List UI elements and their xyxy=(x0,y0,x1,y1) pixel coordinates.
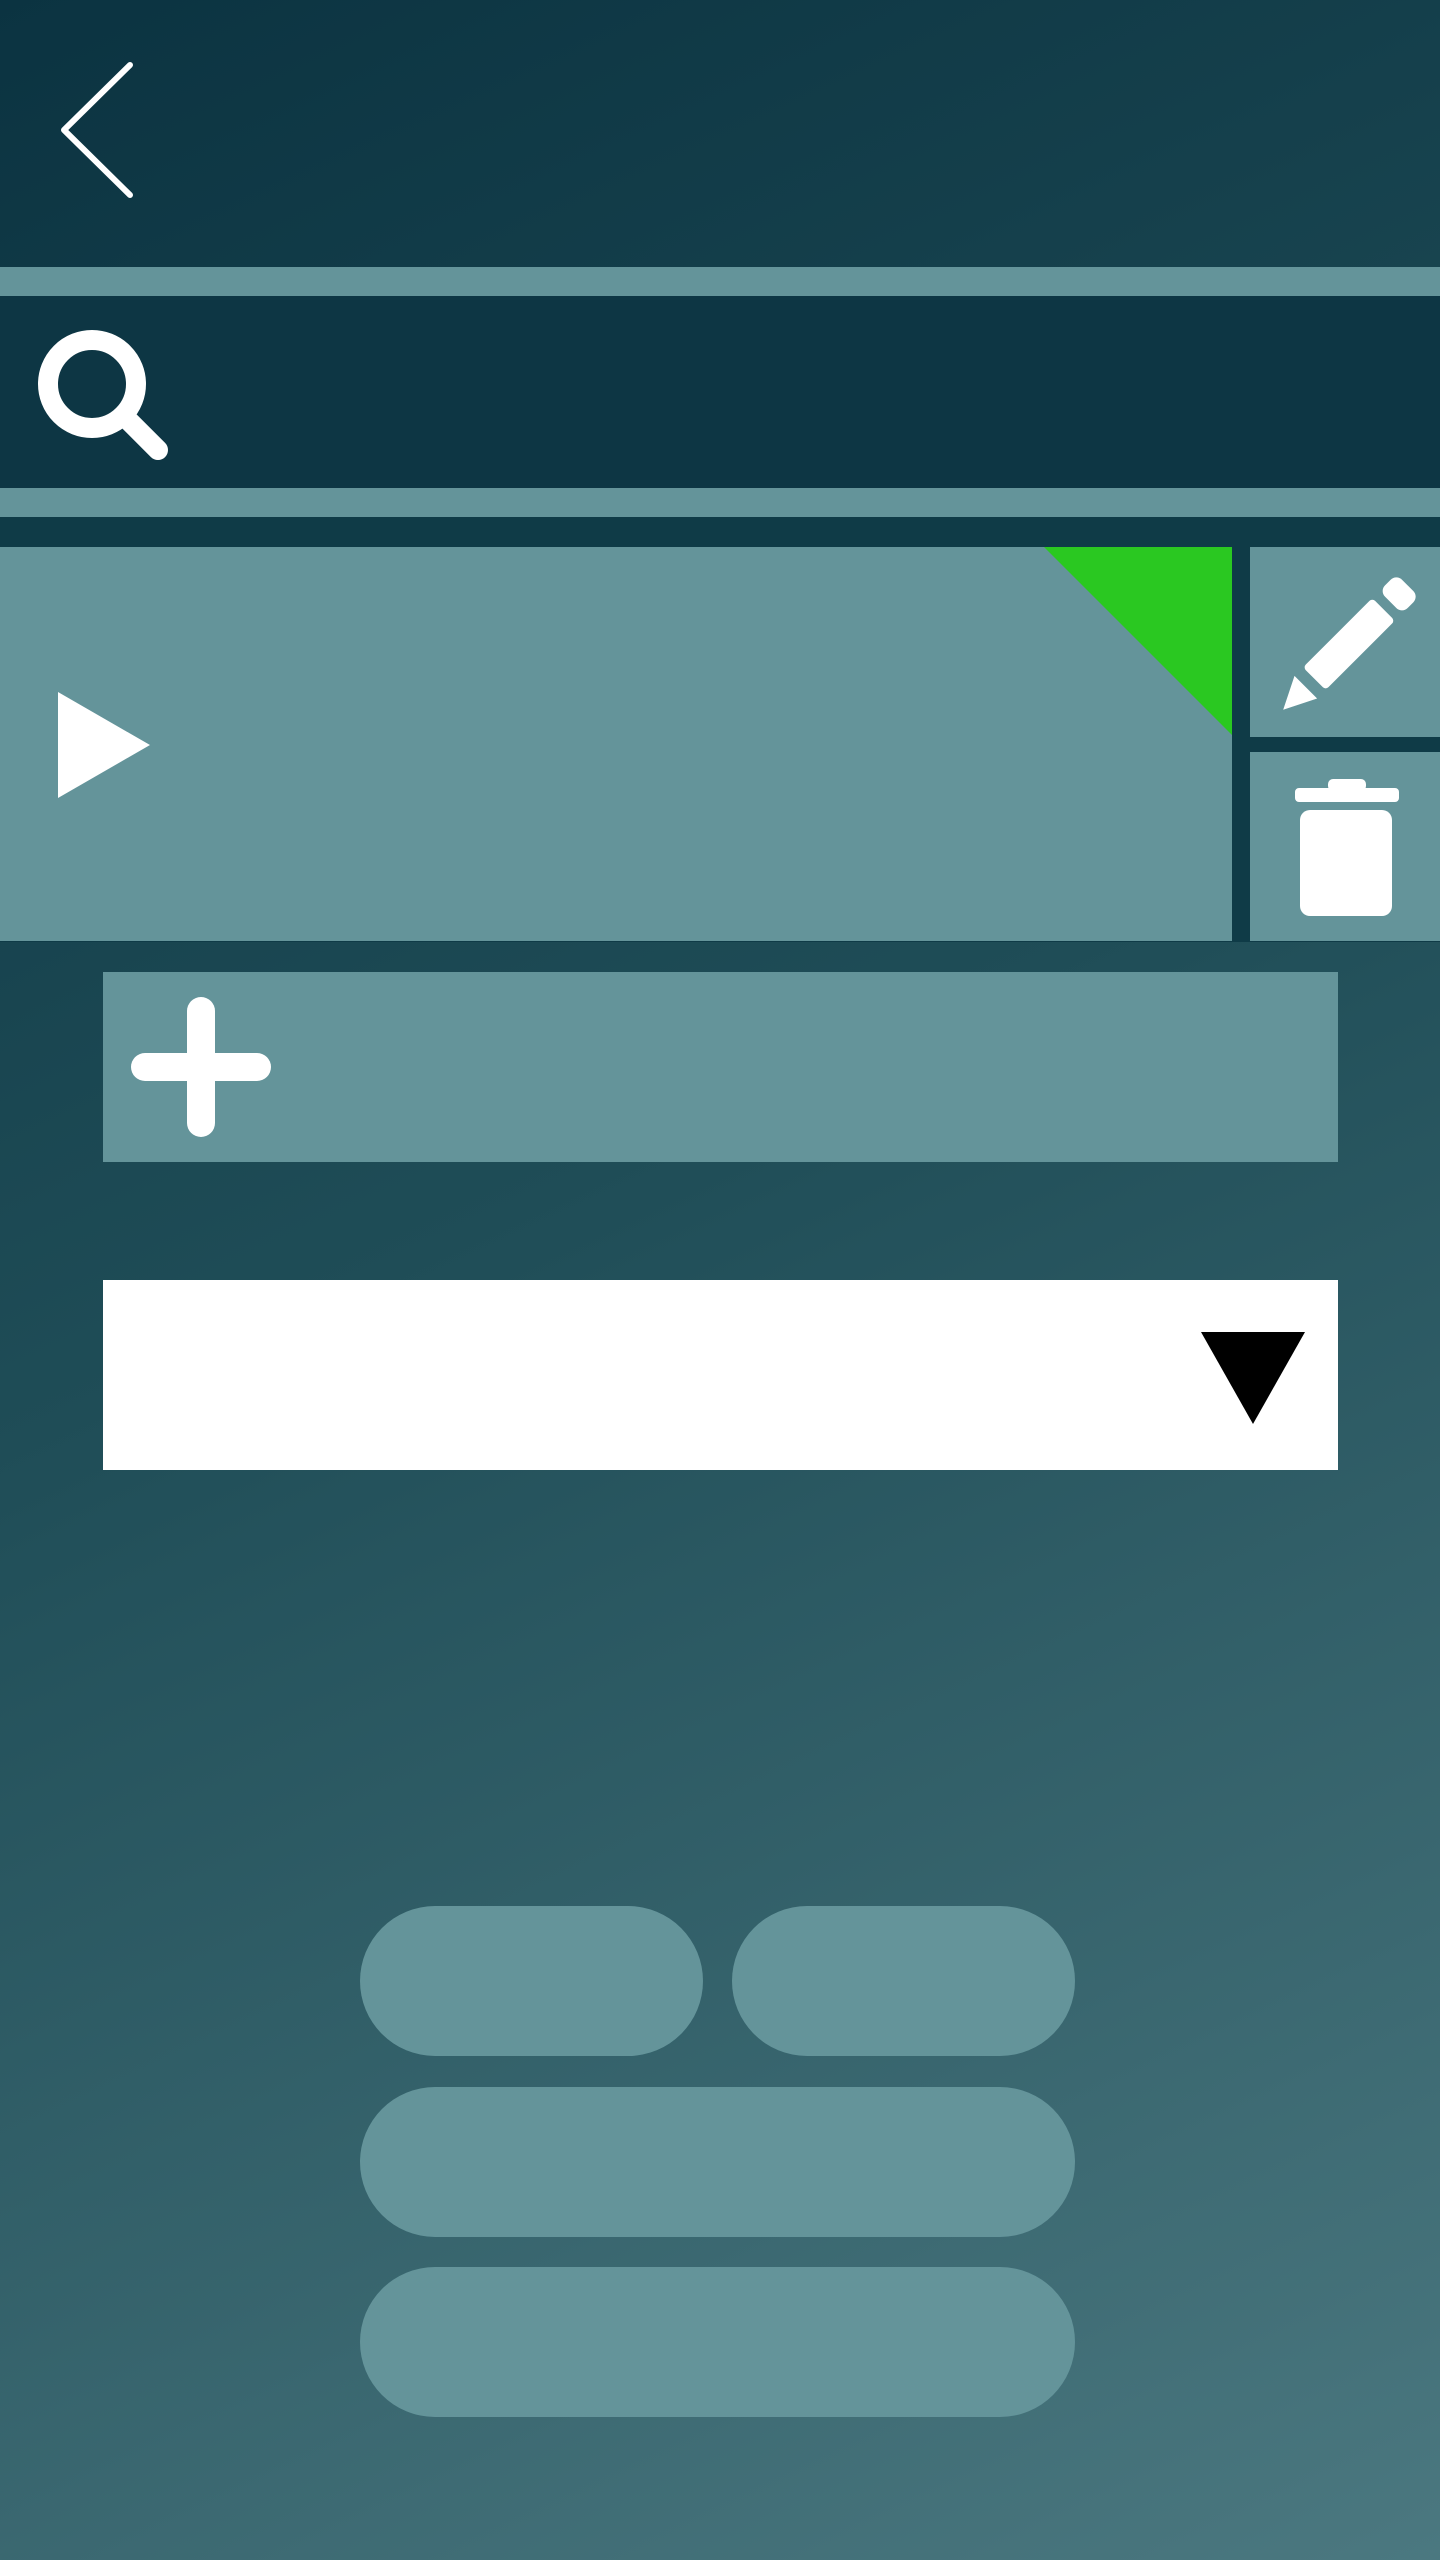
pill-button-1[interactable] xyxy=(360,1906,703,2056)
pill-button-4[interactable] xyxy=(360,2267,1075,2417)
search-bar xyxy=(0,296,1440,488)
dropdown-select[interactable] xyxy=(103,1280,1338,1470)
back-button[interactable] xyxy=(52,55,142,205)
delete-button[interactable] xyxy=(1250,752,1440,941)
pill-button-3[interactable] xyxy=(360,2087,1075,2237)
status-indicator xyxy=(1044,547,1232,735)
plus-icon xyxy=(131,997,271,1137)
pencil-icon xyxy=(1283,577,1416,710)
edit-button[interactable] xyxy=(1250,547,1440,737)
media-list-item[interactable] xyxy=(0,547,1232,941)
top-separator xyxy=(0,267,1440,296)
add-button[interactable] xyxy=(103,972,1338,1162)
top-bar xyxy=(0,0,1440,267)
triangle-down-icon xyxy=(1201,1332,1305,1424)
chevron-left-icon xyxy=(61,62,133,198)
play-icon xyxy=(58,692,150,798)
trash-icon xyxy=(1295,779,1399,916)
search-icon xyxy=(30,322,180,472)
pill-button-2[interactable] xyxy=(732,1906,1075,2056)
bottom-separator xyxy=(0,488,1440,517)
search-input[interactable] xyxy=(190,332,1394,454)
